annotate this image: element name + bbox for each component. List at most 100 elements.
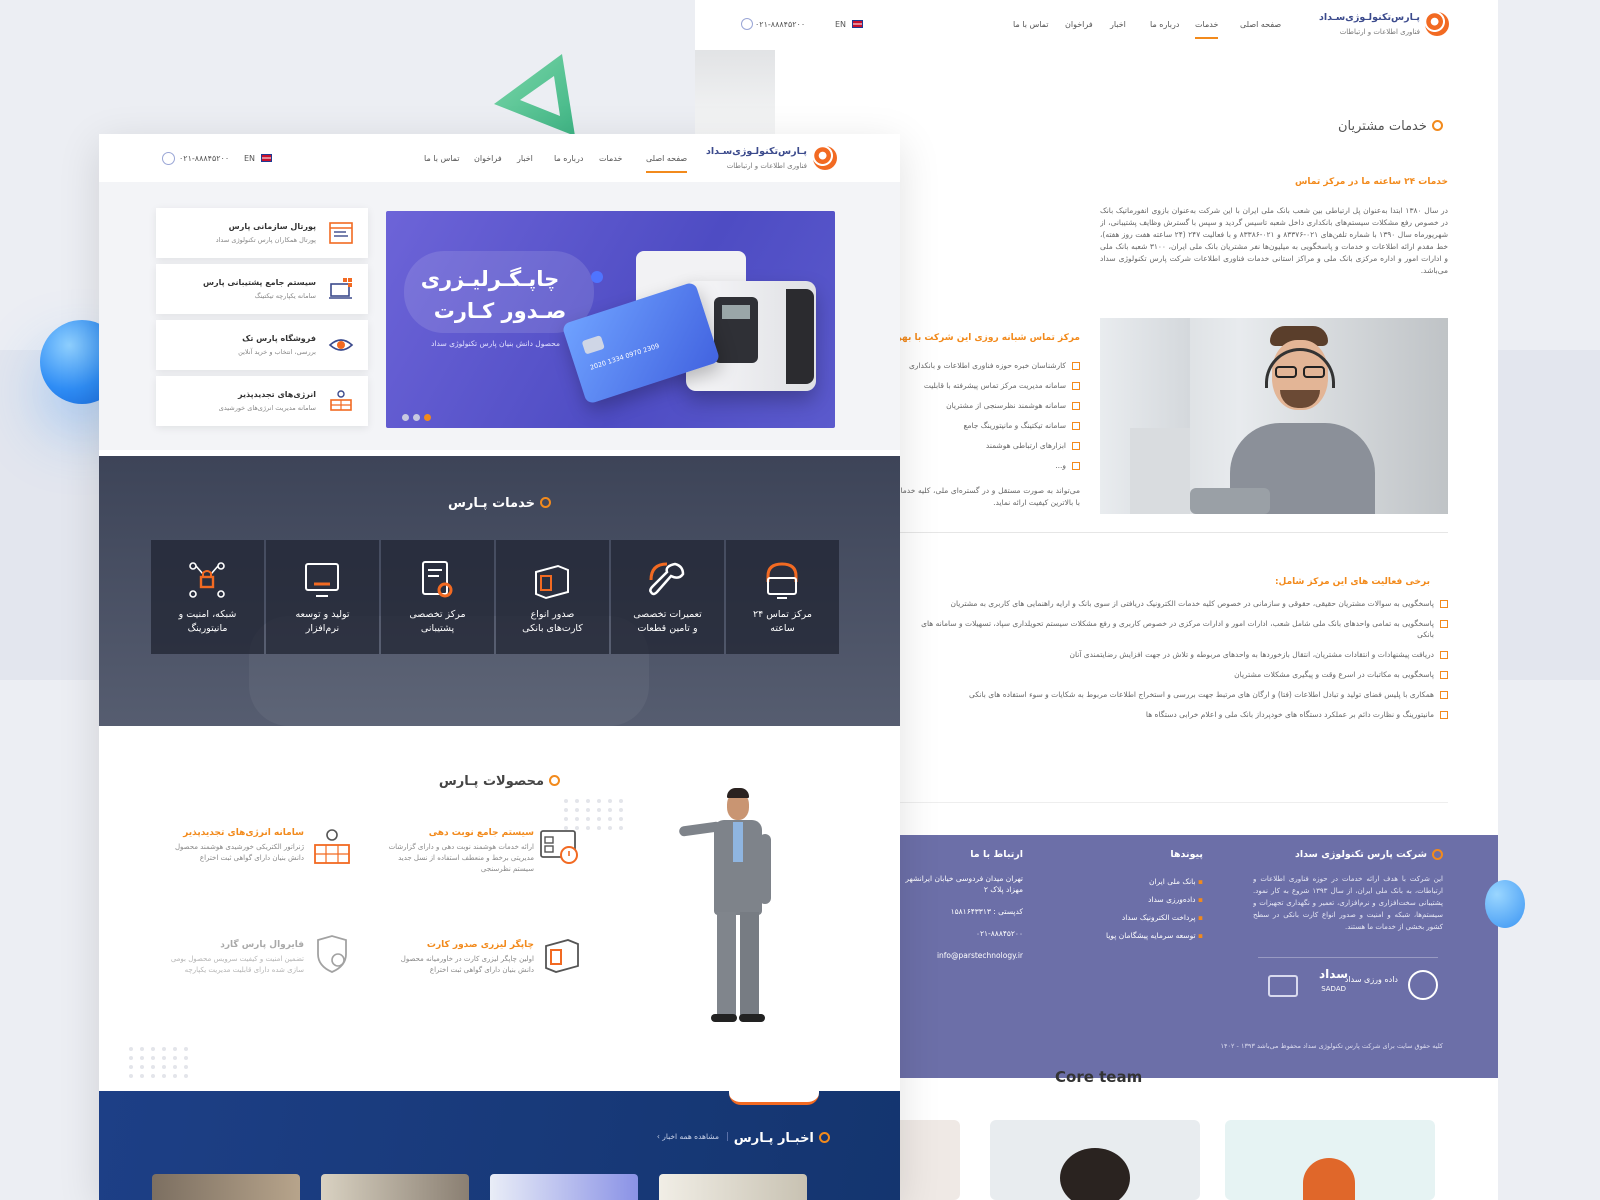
news-thumb[interactable] [659,1174,807,1200]
news-thumb[interactable] [321,1174,469,1200]
service-tile[interactable]: صدور انواع کارت‌های بانکی [496,540,609,654]
view-all-news-link[interactable]: مشاهده همه اخبار › [657,1132,728,1141]
service-tile[interactable]: تعمیرات تخصصی و تامین قطعات [611,540,724,654]
service-label: تعمیرات تخصصی و تامین قطعات [633,609,702,634]
center-list: کارشناسان خبره حوزه فناوری اطلاعات و بان… [885,356,1080,476]
footer-links: ▪ بانک ملی ایران ▪ داده‌ورزی سداد ▪ پردا… [1106,873,1203,945]
product-title[interactable]: فایروال پارس گارد [154,940,304,950]
uk-flag-icon [261,154,272,162]
service-tile[interactable]: شبکه، امنیت و مانیتورینگ [151,540,264,654]
divider [890,802,1448,803]
product-item[interactable] [314,934,352,978]
nav-home[interactable]: صفحه اصلی [646,154,688,173]
news-thumb[interactable] [152,1174,300,1200]
list-item: سامانه مدیریت مرکز تماس پیشرفته با قابلی… [885,376,1080,396]
title-ring-icon [540,497,552,508]
title-ring-icon [819,1132,830,1143]
service-label: صدور انواع کارت‌های بانکی [522,609,583,634]
list-item: ابزارهای ارتباطی هوشمند [885,436,1080,456]
center-note: می‌تواند به صورت مستقل و در گستره‌ای ملی… [885,486,1080,507]
news-heading: اخبـار پـارس [734,1127,830,1146]
card-desc: سامانه مدیریت انرژی‌های خورشیدی [218,404,316,412]
nav-services[interactable]: خدمات [599,154,622,163]
decor-dots [564,799,625,830]
checkbox-icon [1440,671,1448,679]
product-item[interactable] [542,934,582,978]
intro-paragraph: در سال ۱۳۸۰ ابتدا به‌عنوان پل ارتباطی بی… [1100,206,1448,275]
footer-link[interactable]: ▪ پرداخت الکترونیک سداد [1106,909,1203,927]
nav-news[interactable]: اخبار [1110,20,1126,29]
quick-link-card[interactable]: انرژی‌های تجدیدپذیر سامانه مدیریت انرژی‌… [156,376,368,426]
hero-slider[interactable]: چاپـگـرلیـزری صـدور کـارت محصول دانش بنی… [386,211,835,428]
product-item[interactable] [311,827,353,871]
nav-call[interactable]: فراخوان [474,154,502,163]
slider-title-line1: چاپـگـرلیـزری [420,267,560,291]
quick-link-card[interactable]: پورتال سازمانی پارس پورتال همکاران پارس … [156,208,368,258]
nav-about[interactable]: درباره ما [1150,20,1179,29]
monitor-icon [305,563,339,597]
product-title[interactable]: چاپگر لیزری صدور کارت [384,940,534,950]
checkbox-icon [1072,402,1080,410]
checkbox-icon [1072,382,1080,390]
back-navbar: پـارس‌تکنولـوژی‌سـداد فناوری اطلاعات و ا… [695,0,1498,50]
card-desc: پورتال همکاران پارس تکنولوژی سداد [215,236,316,244]
footer-link[interactable]: ▪ داده‌ورزی سداد [1106,891,1203,909]
news-thumb[interactable] [490,1174,638,1200]
card-desc: سامانه یکپارچه تیکتینگ [254,292,316,300]
nav-services[interactable]: خدمات [1195,20,1219,39]
news-section: اخبـار پـارس مشاهده همه اخبار › [99,1091,900,1200]
service-tile[interactable]: تولید و توسعه نرم‌افزار [266,540,379,654]
service-label: تولید و توسعه نرم‌افزار [295,609,350,634]
footer-company-title: شرکت پارس تکنولوژی سداد [1295,849,1443,860]
support-system-icon [329,278,352,299]
nav-contact[interactable]: تماس با ما [424,154,460,163]
quick-link-card[interactable]: فروشگاه پارس تک بررسی، انتخاب و خرید آنل… [156,320,368,370]
list-item: کارشناسان خبره حوزه فناوری اطلاعات و بان… [885,356,1080,376]
uk-flag-icon [852,20,863,28]
slider-dot[interactable] [413,414,420,421]
footer-contact-title: ارتباط با ما [970,849,1023,860]
quick-link-card[interactable]: سیستم جامع پشتیبانی پارس سامانه یکپارچه … [156,264,368,314]
document-gear-icon [422,561,453,598]
slider-dot-active[interactable] [424,414,431,421]
headset-icon [766,562,798,599]
product-title[interactable]: سیستم جامع نوبت دهی [384,828,534,838]
lang-switch[interactable]: EN [835,20,846,29]
news-notch [729,1091,819,1105]
solar-icon [330,390,352,411]
footer-link[interactable]: ▪ توسعه سرمایه پیشگامان پویا [1106,927,1203,945]
section-title: خدمات مشتریان [1337,119,1427,134]
header-phone[interactable]: ۰۲۱-۸۸۸۴۵۲۰۰ [179,154,229,163]
footer-phone[interactable]: ۰۲۱-۸۸۸۴۵۲۰۰ [976,929,1023,938]
footer-email[interactable]: info@parstechnology.ir [937,951,1023,960]
wrench-icon [649,562,685,596]
list-item: سامانه هوشمند نظرسنجی از مشتریان [885,396,1080,416]
brand-tagline: فناوری اطلاعات و ارتباطات [726,162,807,170]
nav-news[interactable]: اخبار [517,154,533,163]
service-tile[interactable]: مرکز تماس ۲۴ ساعته [726,540,839,654]
center-title: مرکز تماس شبانه روزی این شرکت با بهره گی… [885,333,1080,343]
list-item: پاسخگویی به سوالات مشتریان حقیقی، حقوقی … [890,598,1448,609]
emblem-logo-icon [1408,970,1438,1000]
slider-caption: محصول دانش بنیان پارس تکنولوژی سداد [431,339,560,348]
slider-dot[interactable] [402,414,409,421]
title-ring-icon [1432,120,1443,131]
services-title: خدمات پـارس [447,496,535,511]
faded-portrait [695,50,775,135]
nav-about[interactable]: درباره ما [554,154,583,163]
footer-logo: سداد [1318,967,1348,981]
decor-dots [129,1047,190,1078]
product-title[interactable]: سامانه انرژی‌های تجدیدپذیر [149,828,304,838]
queue-system-icon [540,830,578,864]
nav-home[interactable]: صفحه اصلی [1240,20,1281,29]
card-printer-icon [535,564,569,600]
footer-link[interactable]: ▪ بانک ملی ایران [1106,873,1203,891]
service-tile[interactable]: مرکز تخصصی پشتیبانی [381,540,494,654]
header-phone[interactable]: ۰۲۱-۸۸۸۴۵۲۰۰ [755,20,805,29]
lang-switch[interactable]: EN [244,154,255,163]
service-label: مرکز تخصصی پشتیبانی [409,609,466,634]
nav-call[interactable]: فراخوان [1065,20,1093,29]
product-item[interactable] [539,827,583,871]
nav-contact[interactable]: تماس با ما [1013,20,1049,29]
decor-sphere [1485,880,1525,928]
